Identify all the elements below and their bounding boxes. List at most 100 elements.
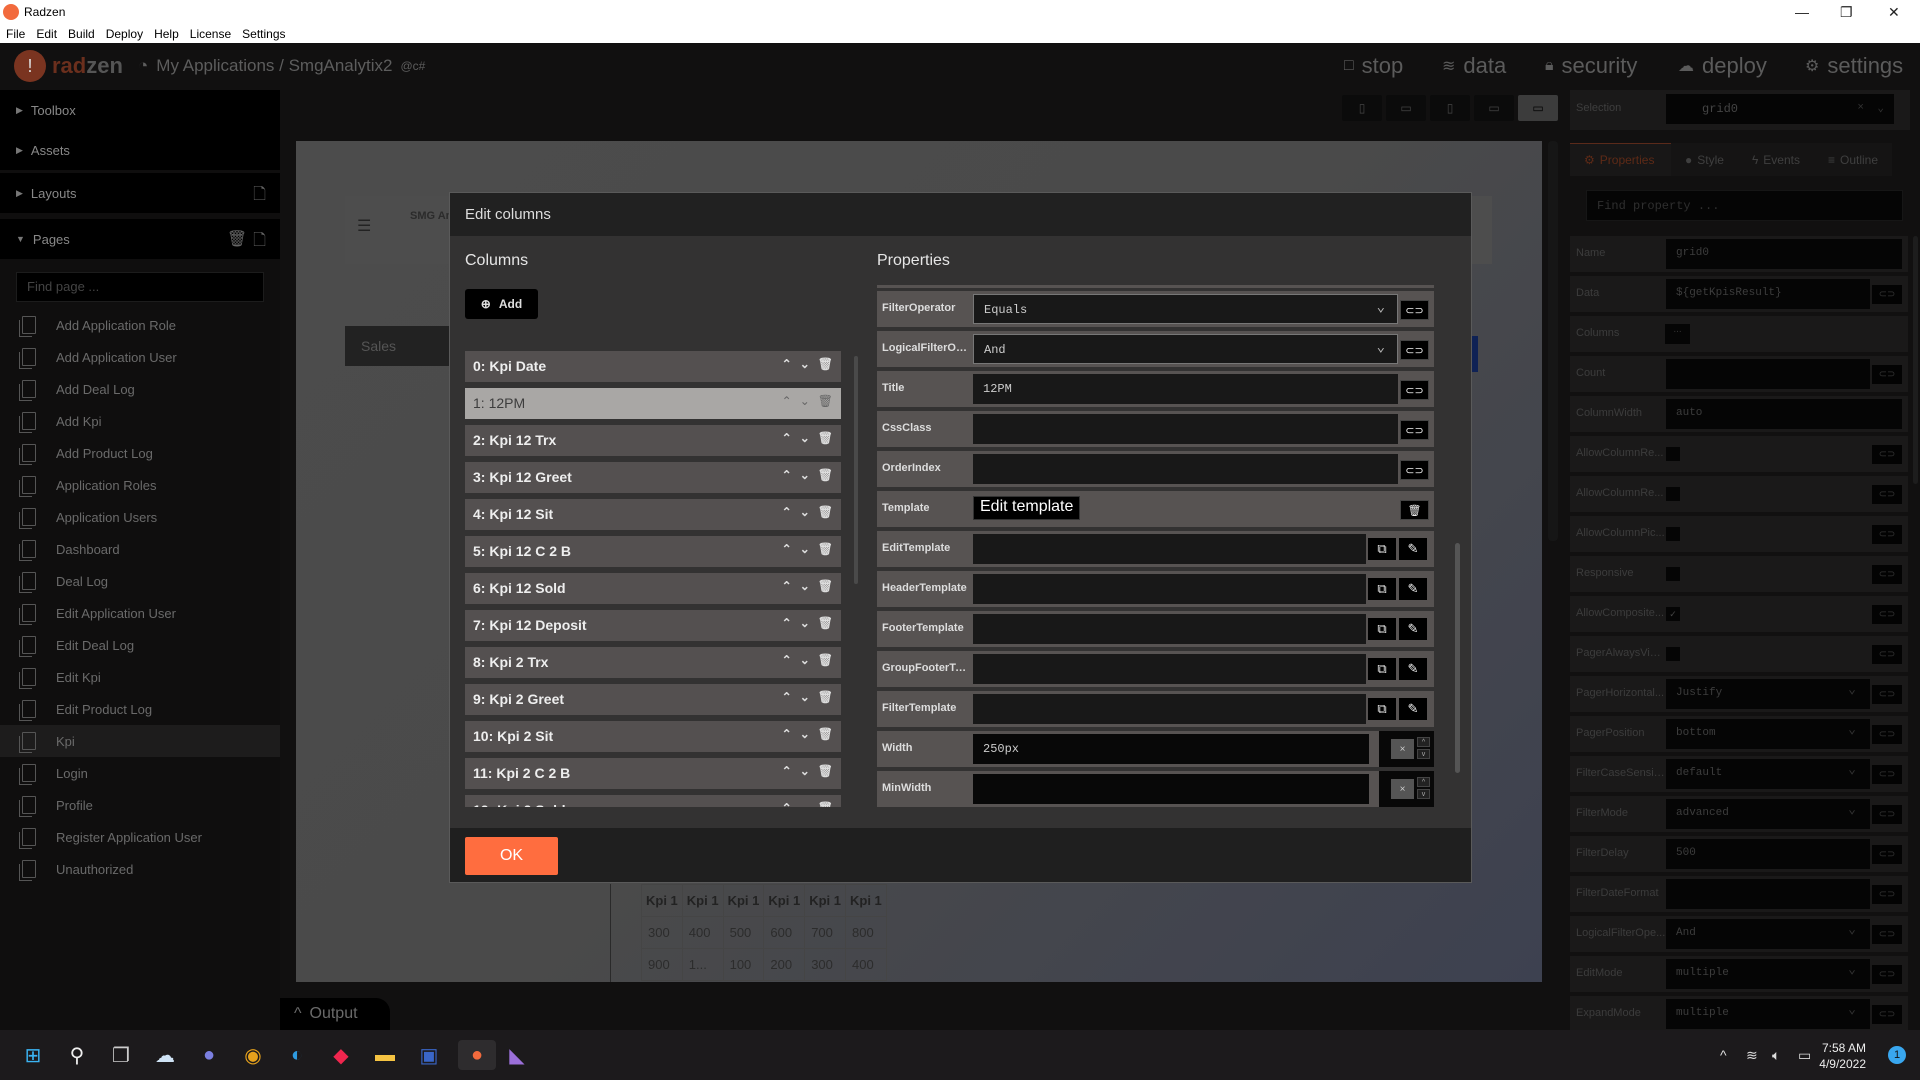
move-up-icon[interactable]: ⌃ [782, 505, 792, 519]
link-icon[interactable]: ⊂⊃ [1400, 340, 1429, 360]
edit-template-icon[interactable]: ✎ [1399, 658, 1427, 680]
property-select[interactable]: multiple [1666, 999, 1870, 1029]
template-input[interactable] [973, 654, 1366, 684]
menu-build[interactable]: Build [62, 26, 100, 43]
search-icon[interactable]: ⚲ [62, 1040, 92, 1070]
link-icon[interactable]: ⊂⊃ [1872, 565, 1902, 584]
trash-icon[interactable]: 🗑 [818, 431, 833, 445]
tab-events[interactable]: ϟ Events [1737, 143, 1814, 176]
wifi-icon[interactable]: ≋ [1746, 1047, 1758, 1064]
column-item[interactable]: 8: Kpi 2 Trx ⌃ ⌄ 🗑 [465, 647, 841, 678]
column-item[interactable]: 2: Kpi 12 Trx ⌃ ⌄ 🗑 [465, 425, 841, 456]
page-item[interactable]: Add Application Role [0, 309, 280, 341]
page-item[interactable]: Deal Log [0, 565, 280, 597]
column-item[interactable]: 0: Kpi Date ⌃ ⌄ 🗑 [465, 351, 841, 382]
move-up-icon[interactable]: ⌃ [782, 542, 792, 556]
trash-icon[interactable]: 🗑 [818, 394, 833, 408]
move-down-icon[interactable]: ⌄ [800, 801, 810, 807]
move-down-icon[interactable]: ⌄ [800, 653, 810, 667]
add-layout-icon[interactable]: 🗋 [253, 183, 266, 210]
deploy-button[interactable]: ☁ deploy [1678, 53, 1767, 79]
property-select[interactable]: multiple [1666, 959, 1870, 989]
link-icon[interactable]: ⊂⊃ [1872, 525, 1902, 544]
page-item[interactable]: Add Product Log [0, 437, 280, 469]
column-property-input[interactable]: 12PM [973, 374, 1398, 404]
property-select[interactable]: default [1666, 759, 1870, 789]
edit-template-icon[interactable]: ✎ [1399, 538, 1427, 560]
clear-icon[interactable]: × [1391, 739, 1414, 759]
trash-icon[interactable]: 🗑 [818, 505, 833, 519]
link-icon[interactable]: ⊂⊃ [1872, 725, 1902, 744]
page-item[interactable]: Profile [0, 789, 280, 821]
property-checkbox[interactable] [1666, 487, 1680, 501]
column-property-number[interactable]: 250px [973, 734, 1369, 764]
template-input[interactable] [973, 574, 1366, 604]
page-item[interactable]: Add Kpi [0, 405, 280, 437]
property-checkbox[interactable] [1666, 647, 1680, 661]
property-checkbox[interactable] [1666, 567, 1680, 581]
page-item[interactable]: Register Application User [0, 821, 280, 853]
move-down-icon[interactable]: ⌄ [800, 505, 810, 519]
move-up-icon[interactable]: ⌃ [782, 727, 792, 741]
move-down-icon[interactable]: ⌄ [800, 764, 810, 778]
tab-outline[interactable]: ≡ Outline [1813, 143, 1893, 176]
column-item[interactable]: 9: Kpi 2 Greet ⌃ ⌄ 🗑 [465, 684, 841, 715]
stop-button[interactable]: □ stop [1344, 53, 1403, 79]
property-checkbox[interactable] [1666, 527, 1680, 541]
decrement-icon[interactable]: v [1417, 789, 1430, 799]
template-input[interactable] [973, 694, 1366, 724]
minimize-button[interactable]: — [1795, 4, 1809, 20]
column-item[interactable]: 12: Kpi 2 Sold ⌃ ⌄ 🗑 [465, 795, 841, 807]
page-item[interactable]: Add Application User [0, 341, 280, 373]
property-checkbox[interactable]: ✓ [1666, 607, 1680, 621]
move-up-icon[interactable]: ⌃ [782, 357, 792, 371]
move-down-icon[interactable]: ⌄ [800, 616, 810, 630]
move-up-icon[interactable]: ⌃ [782, 653, 792, 667]
security-button[interactable]: 🔒︎ security [1545, 53, 1637, 79]
link-icon[interactable]: ⊂⊃ [1872, 285, 1902, 304]
column-item[interactable]: 10: Kpi 2 Sit ⌃ ⌄ 🗑 [465, 721, 841, 752]
menu-deploy[interactable]: Deploy [100, 26, 148, 43]
move-up-icon[interactable]: ⌃ [782, 801, 792, 807]
property-input[interactable]: ${getKpisResult} [1666, 279, 1870, 309]
trash-icon[interactable]: 🗑 [1400, 500, 1429, 520]
column-property-number[interactable] [973, 774, 1369, 804]
page-item[interactable]: Login [0, 757, 280, 789]
add-column-button[interactable]: ⊕ Add [465, 289, 538, 319]
trash-icon[interactable]: 🗑 [818, 616, 833, 630]
trash-icon[interactable]: 🗑 [818, 468, 833, 482]
link-icon[interactable]: ⊂⊃ [1872, 365, 1902, 384]
decrement-icon[interactable]: v [1417, 749, 1430, 759]
close-button[interactable]: ✕ [1888, 4, 1900, 21]
output-tab[interactable]: ^ Output [280, 998, 390, 1030]
restore-button[interactable]: ❐ [1840, 4, 1853, 21]
increment-icon[interactable]: ^ [1417, 737, 1430, 747]
column-item[interactable]: 5: Kpi 12 C 2 B ⌃ ⌄ 🗑 [465, 536, 841, 567]
link-icon[interactable]: ⊂⊃ [1400, 460, 1429, 480]
page-item[interactable]: Edit Application User [0, 597, 280, 629]
open-template-icon[interactable]: ⧉ [1368, 698, 1396, 720]
move-down-icon[interactable]: ⌄ [800, 431, 810, 445]
column-property-input[interactable] [973, 414, 1398, 444]
template-input[interactable] [973, 534, 1366, 564]
ok-button[interactable]: OK [465, 837, 558, 875]
tab-style[interactable]: ● Style [1671, 143, 1738, 176]
property-input[interactable]: 500 [1666, 839, 1870, 869]
property-input[interactable] [1666, 359, 1870, 389]
clear-icon[interactable]: × [1391, 779, 1414, 799]
visual-studio-icon[interactable]: ◣ [502, 1040, 532, 1070]
notification-badge[interactable]: 1 [1888, 1046, 1906, 1064]
edit-template-button[interactable]: Edit template [973, 496, 1081, 520]
move-up-icon[interactable]: ⌃ [782, 764, 792, 778]
pages-section[interactable]: ▼ Pages 🗑 🗋 [0, 219, 280, 259]
link-icon[interactable]: ⊂⊃ [1872, 645, 1902, 664]
column-property-select[interactable]: And [973, 334, 1398, 364]
canvas-scrollbar[interactable] [1548, 141, 1558, 541]
link-icon[interactable]: ⊂⊃ [1400, 420, 1429, 440]
link-icon[interactable]: ⊂⊃ [1400, 380, 1429, 400]
edit-template-icon[interactable]: ✎ [1399, 618, 1427, 640]
move-down-icon[interactable]: ⌄ [800, 579, 810, 593]
settings-button[interactable]: ⚙ settings [1805, 53, 1903, 79]
selection-dropdown[interactable]: grid0 × ⌄ [1666, 94, 1894, 124]
move-up-icon[interactable]: ⌃ [782, 394, 792, 408]
